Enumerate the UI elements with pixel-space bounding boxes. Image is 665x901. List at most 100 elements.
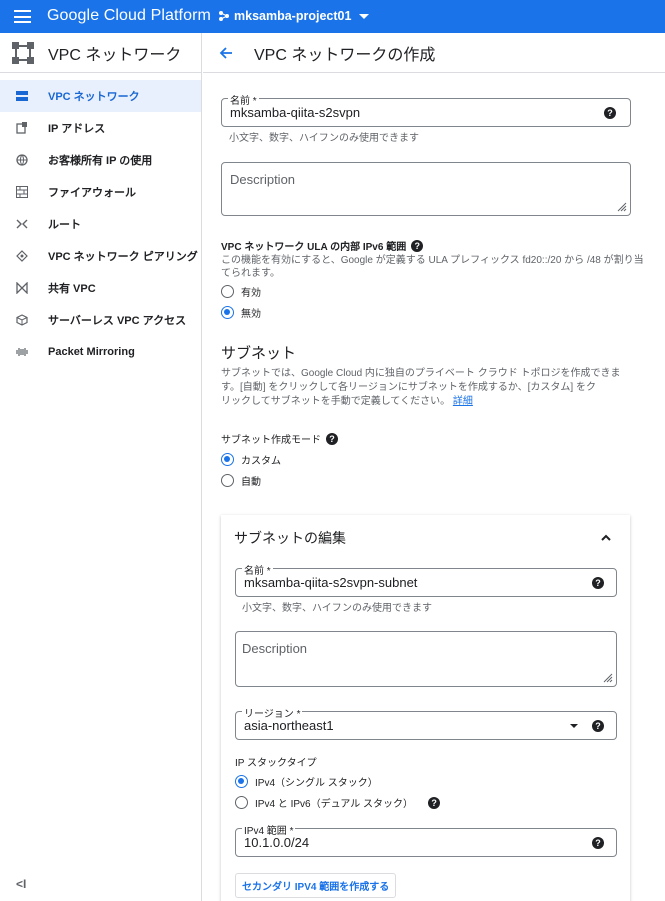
subnet-edit-title: サブネットの編集	[234, 530, 346, 546]
sidebar-item-label: VPC ネットワーク ピアリング	[48, 251, 198, 263]
network-name-field[interactable]: 名前 * mksamba-qiita-s2svpn ?	[221, 92, 631, 127]
stack-dual-radio[interactable]: IPv4 と IPv6（デュアル スタック） ?	[235, 795, 441, 810]
subnet-mode-custom-radio[interactable]: カスタム	[221, 452, 281, 467]
sidebar-item-label: VPC ネットワーク	[48, 91, 140, 103]
shared-vpc-icon	[15, 281, 29, 295]
help-icon[interactable]: ?	[592, 577, 604, 589]
sidebar-title: VPC ネットワーク	[48, 46, 182, 64]
ula-label-row: VPC ネットワーク ULA の内部 IPv6 範囲 ?	[221, 238, 424, 253]
subnet-description-line: す。[自動] をクリックして各リージョンにサブネットを作成するか、[カスタム] …	[221, 382, 596, 393]
subnet-mode-auto-label: 自動	[241, 477, 261, 488]
ula-disable-radio[interactable]: 無効	[221, 305, 261, 320]
sidebar-item-routes[interactable]: ルート	[0, 208, 201, 240]
ula-description-line: てられます。	[221, 268, 280, 279]
description-placeholder: Description	[230, 172, 296, 187]
top-app-bar: Google Cloud Platform mksamba-project01	[0, 0, 665, 33]
serverless-icon	[15, 313, 29, 327]
sidebar-item-packet-mirroring[interactable]: Packet Mirroring	[0, 336, 201, 368]
help-icon[interactable]: ?	[604, 107, 616, 119]
sidebar: VPC ネットワーク VPC ネットワーク IP アドレス お客様所有 IP の…	[0, 33, 202, 901]
help-icon[interactable]: ?	[326, 432, 338, 445]
subnet-mode-label-row: サブネット作成モード ?	[221, 431, 338, 446]
chevron-up-icon[interactable]	[601, 533, 611, 543]
project-selector[interactable]: mksamba-project01	[218, 9, 370, 23]
subnet-name-hint: 小文字、数字、ハイフンのみ使用できます	[242, 603, 432, 614]
stack-dual-label: IPv4 と IPv6（デュアル スタック）	[255, 799, 414, 810]
subnet-name-value: mksamba-qiita-s2svpn-subnet	[244, 575, 418, 590]
sidebar-item-label: サーバーレス VPC アクセス	[48, 315, 187, 327]
radio-unselected-icon	[221, 285, 234, 298]
ipv4-range-field[interactable]: IPv4 範囲 * 10.1.0.0/24 ?	[235, 822, 617, 857]
radio-selected-icon	[221, 306, 234, 319]
sidebar-item-peering[interactable]: VPC ネットワーク ピアリング	[0, 240, 201, 272]
sidebar-item-serverless-vpc[interactable]: サーバーレス VPC アクセス	[0, 304, 201, 336]
sidebar-item-label: IP アドレス	[48, 123, 106, 135]
main-content: VPC ネットワークの作成 名前 * mksamba-qiita-s2svpn …	[203, 33, 665, 901]
subnet-description-line: サブネットでは、Google Cloud 内に独自のプライベート クラウド トポ…	[221, 368, 621, 379]
chevron-down-icon	[359, 13, 370, 19]
subnet-name-field[interactable]: 名前 * mksamba-qiita-s2svpn-subnet ?	[235, 562, 617, 597]
network-name-value: mksamba-qiita-s2svpn	[230, 105, 361, 120]
stack-type-label: IP スタックタイプ	[235, 758, 317, 769]
subnet-mode-label: サブネット作成モード	[221, 435, 321, 446]
radio-unselected-icon	[221, 474, 234, 487]
ula-enable-radio[interactable]: 有効	[221, 284, 261, 299]
description-placeholder: Description	[242, 641, 308, 656]
sidebar-item-byoip[interactable]: お客様所有 IP の使用	[0, 144, 201, 176]
resize-handle-icon[interactable]	[603, 673, 613, 683]
ula-label: VPC ネットワーク ULA の内部 IPv6 範囲	[221, 242, 407, 253]
resize-handle-icon[interactable]	[617, 202, 627, 212]
stack-ipv4-radio[interactable]: IPv4（シングル スタック）	[235, 774, 378, 789]
packet-mirroring-icon	[15, 345, 29, 359]
sidebar-header: VPC ネットワーク	[0, 33, 201, 73]
subnet-description-field[interactable]: Description	[235, 631, 617, 687]
help-icon[interactable]: ?	[592, 720, 604, 732]
ula-description-line: この機能を有効にすると、Google が定義する ULA プレフィックス fd2…	[221, 255, 644, 266]
stack-ipv4-label: IPv4（シングル スタック）	[255, 778, 378, 789]
ula-disable-label: 無効	[241, 309, 261, 320]
sidebar-item-vpc-network[interactable]: VPC ネットワーク	[0, 80, 201, 112]
peering-icon	[15, 249, 29, 263]
subnet-edit-card: サブネットの編集 名前 * mksamba-qiita-s2svpn-subne…	[221, 515, 630, 901]
help-icon[interactable]: ?	[428, 796, 441, 809]
add-secondary-range-button[interactable]: セカンダリ IPV4 範囲を作成する	[235, 873, 397, 898]
sidebar-item-label: お客様所有 IP の使用	[48, 155, 153, 167]
network-description-field[interactable]: Description	[221, 162, 631, 216]
sidebar-item-label: ルート	[48, 219, 81, 231]
ula-enable-label: 有効	[241, 288, 261, 299]
ipv4-range-value: 10.1.0.0/24	[244, 835, 310, 850]
subnet-description: サブネットでは、Google Cloud 内に独自のプライベート クラウド トポ…	[221, 367, 641, 409]
region-select[interactable]: リージョン * asia-northeast1 ?	[235, 705, 617, 740]
firewall-icon	[15, 185, 29, 199]
brand-title[interactable]: Google Cloud Platform	[47, 7, 211, 25]
subnet-description-text: リックしてサブネットを手動で定義してください。	[221, 396, 451, 407]
radio-selected-icon	[235, 775, 248, 788]
route-icon	[15, 217, 29, 231]
page-title: VPC ネットワークの作成	[254, 46, 436, 64]
subnet-detail-link[interactable]: 詳細	[453, 396, 473, 407]
chevron-down-icon	[570, 724, 578, 728]
vpc-network-icon	[15, 89, 29, 103]
network-name-hint: 小文字、数字、ハイフンのみ使用できます	[229, 133, 419, 144]
vpc-logo-icon	[12, 41, 34, 64]
ula-description: この機能を有効にすると、Google が定義する ULA プレフィックス fd2…	[221, 254, 651, 280]
page-header: VPC ネットワークの作成	[203, 33, 665, 73]
help-icon[interactable]: ?	[592, 837, 604, 849]
sidebar-item-firewall[interactable]: ファイアウォール	[0, 176, 201, 208]
back-arrow-icon[interactable]	[219, 46, 233, 60]
subnet-mode-custom-label: カスタム	[241, 456, 281, 467]
help-icon[interactable]: ?	[411, 239, 424, 252]
radio-unselected-icon	[235, 796, 248, 809]
collapse-sidebar-icon[interactable]: <I	[16, 877, 26, 891]
radio-selected-icon	[221, 453, 234, 466]
subnet-description-line: リックしてサブネットを手動で定義してください。 詳細	[221, 395, 641, 409]
ip-address-icon	[15, 121, 29, 135]
sidebar-item-ip-address[interactable]: IP アドレス	[0, 112, 201, 144]
sidebar-item-label: 共有 VPC	[48, 283, 96, 295]
subnet-section-title: サブネット	[221, 345, 297, 362]
menu-icon[interactable]	[14, 10, 31, 23]
sidebar-item-label: Packet Mirroring	[48, 346, 135, 358]
sidebar-item-shared-vpc[interactable]: 共有 VPC	[0, 272, 201, 304]
subnet-mode-auto-radio[interactable]: 自動	[221, 473, 261, 488]
region-value: asia-northeast1	[244, 718, 334, 733]
